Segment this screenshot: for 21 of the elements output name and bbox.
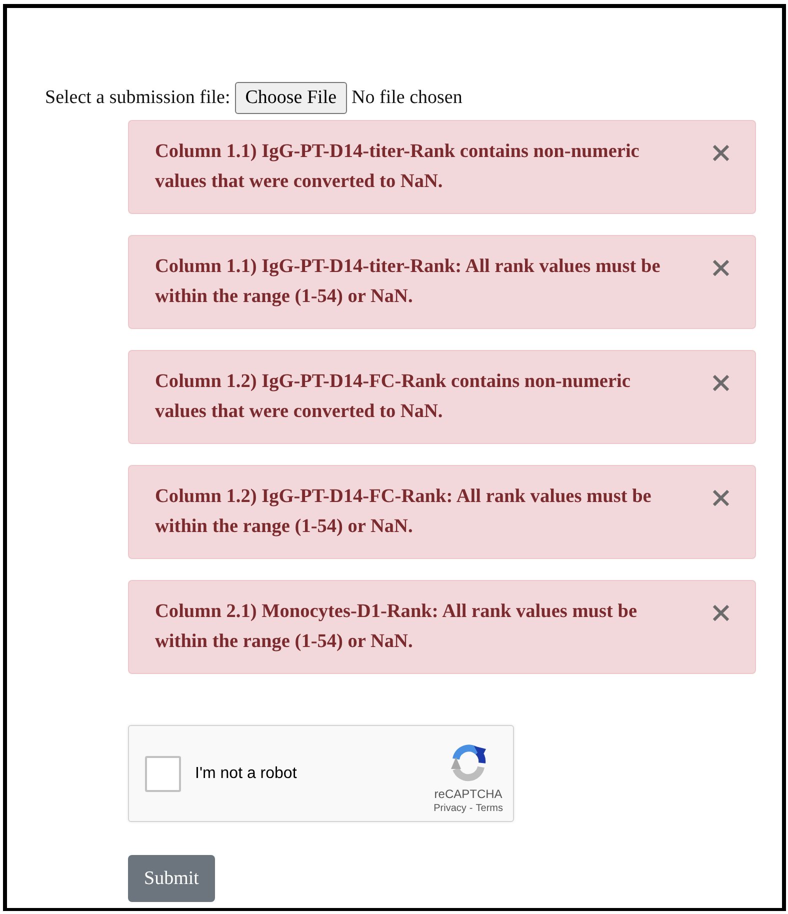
alert-message: Column 1.1) IgG-PT-D14-titer-Rank: All rank values must be within the range (1-54) or NaN.	[155, 255, 662, 309]
captcha-label: I'm not a robot	[195, 764, 298, 782]
close-icon[interactable]	[713, 605, 729, 621]
captcha-checkbox[interactable]	[145, 756, 181, 792]
choose-file-button[interactable]: Choose File	[235, 82, 347, 114]
close-icon[interactable]	[713, 145, 729, 161]
alert-message: Column 1.2) IgG-PT-D14-FC-Rank contains non-numeric values that were converted to NaN.	[155, 370, 632, 424]
close-icon[interactable]	[713, 375, 729, 391]
alert-message: Column 1.1) IgG-PT-D14-titer-Rank contains non-numeric values that were converted to NaN.	[155, 140, 640, 194]
privacy-link[interactable]: Privacy	[434, 803, 466, 814]
alert-message: Column 1.2) IgG-PT-D14-FC-Rank: All rank values must be within the range (1-54) or NaN.	[155, 485, 652, 539]
link-separator: -	[469, 803, 473, 814]
alert-message: Column 2.1) Monocytes-D1-Rank: All rank values must be within the range (1-54) or NaN.	[155, 600, 638, 654]
submit-button[interactable]: Submit	[128, 855, 215, 902]
recaptcha-logo-icon	[448, 743, 488, 783]
captcha-brand: reCAPTCHA	[434, 787, 502, 801]
file-status-text: No file chosen	[352, 87, 462, 109]
close-icon[interactable]	[713, 490, 729, 506]
close-icon[interactable]	[713, 260, 729, 276]
field-label: Select a submission file:	[45, 87, 230, 109]
terms-link[interactable]: Terms	[476, 803, 503, 814]
